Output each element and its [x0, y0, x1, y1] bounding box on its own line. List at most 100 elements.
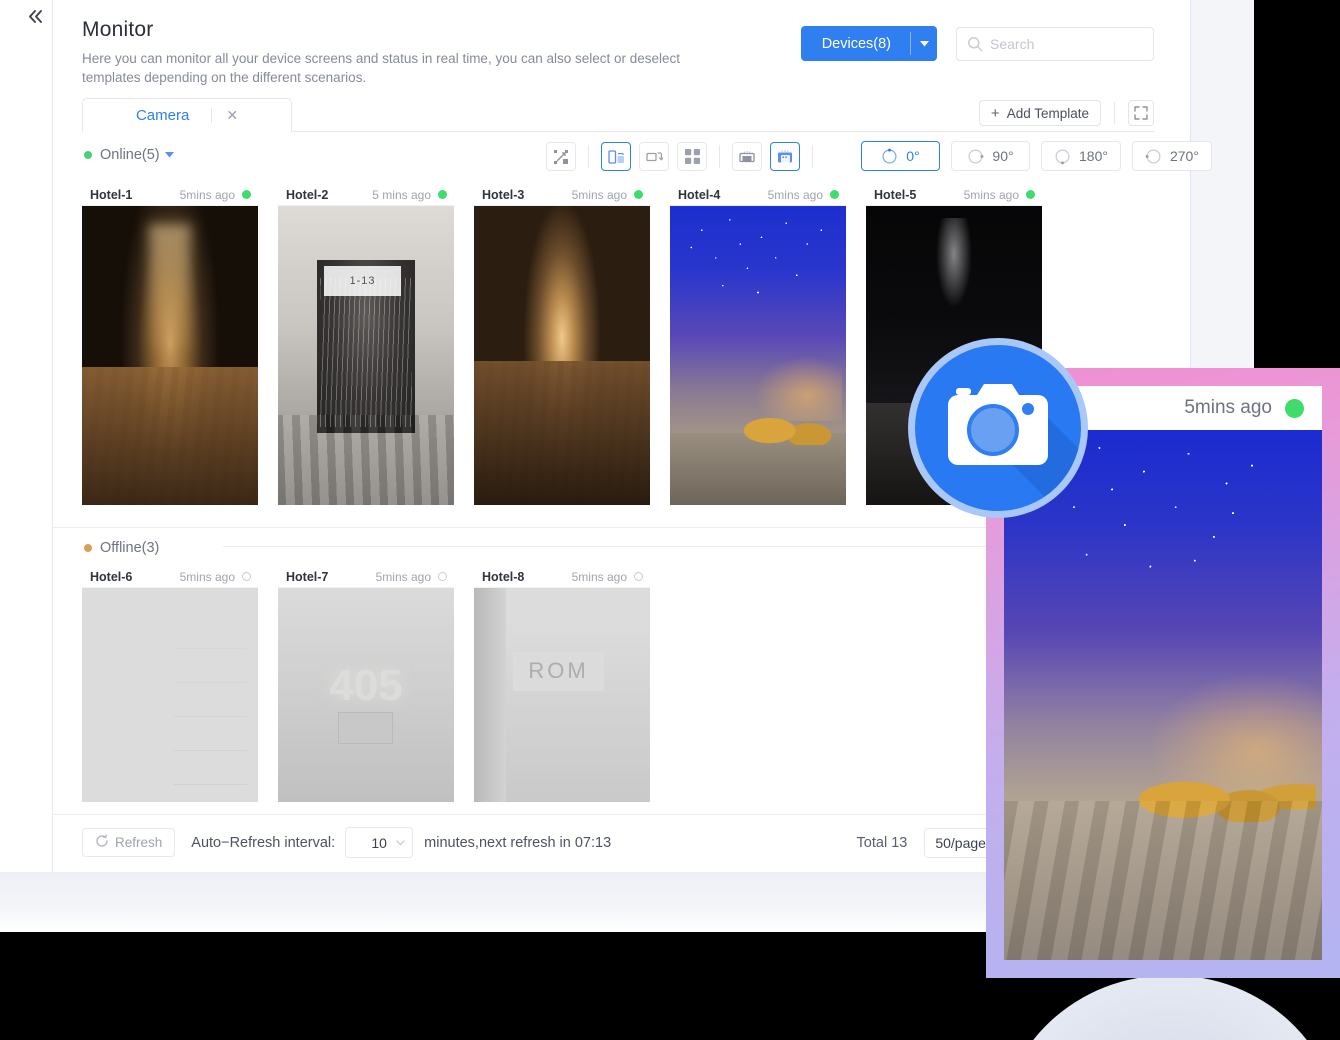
device-name: Hotel-5	[874, 188, 916, 202]
device-thumbnail[interactable]: 405	[278, 588, 454, 802]
toolbar-divider-3	[812, 145, 813, 168]
device-kiosk-icon[interactable]	[732, 142, 762, 171]
device-name: Hotel-6	[90, 570, 132, 584]
layout-portrait-icon[interactable]	[601, 142, 631, 171]
rotation-0-button[interactable]: 0°	[861, 141, 940, 171]
device-status-dot	[438, 190, 447, 199]
scene-sign-text: 1-13	[324, 266, 401, 296]
device-status-dot	[438, 572, 447, 581]
device-thumbnail[interactable]: 1-13	[278, 206, 454, 505]
devices-button-label: Devices(8)	[801, 26, 910, 61]
add-template-button[interactable]: + Add Template	[979, 100, 1101, 126]
device-card[interactable]: Hotel-2 5 mins ago 1-13	[278, 184, 454, 505]
fullscreen-icon[interactable]	[1128, 100, 1154, 126]
device-name: Hotel-3	[482, 188, 524, 202]
decorative-dome	[1000, 975, 1340, 1040]
device-screen-icon[interactable]	[770, 142, 800, 171]
device-time: 5mins ago	[964, 188, 1019, 202]
add-template-label: Add Template	[1007, 106, 1089, 121]
device-thumbnail[interactable]	[670, 206, 846, 505]
camera-icon	[908, 338, 1088, 518]
rotation-180-button[interactable]: 180°	[1041, 141, 1121, 171]
tab-strip-actions: + Add Template	[979, 100, 1154, 126]
tab-camera[interactable]: Camera ✕	[82, 98, 292, 132]
page-header: Monitor Here you can monitor all your de…	[53, 0, 1190, 96]
device-thumbnail[interactable]	[82, 206, 258, 505]
page-size-label: 50/page	[935, 835, 986, 851]
device-card[interactable]: Hotel-1 5mins ago	[82, 184, 258, 505]
device-status-dot	[1026, 190, 1035, 199]
device-name: Hotel-7	[286, 570, 328, 584]
page-description: Here you can monitor all your device scr…	[82, 49, 722, 87]
tab-camera-label: Camera	[136, 107, 189, 124]
device-status-dot	[634, 190, 643, 199]
device-time: 5mins ago	[180, 188, 235, 202]
resize-icon[interactable]	[546, 142, 576, 171]
device-card[interactable]: Hotel-4 5mins ago	[670, 184, 846, 505]
device-card[interactable]: Hotel-3 5mins ago	[474, 184, 650, 505]
device-card-header: Hotel-1 5mins ago	[82, 184, 258, 206]
device-card-header: Hotel-8 5mins ago	[474, 566, 650, 588]
tab-divider	[211, 108, 212, 123]
caret-down-icon[interactable]	[165, 150, 174, 160]
device-card-header: Hotel-7 5mins ago	[278, 566, 454, 588]
device-time: 5mins ago	[376, 570, 431, 584]
double-chevron-left-icon[interactable]	[22, 3, 48, 29]
device-thumbnail[interactable]: ROM	[474, 588, 650, 802]
caret-down-icon[interactable]	[911, 26, 937, 61]
sidebar-rail	[0, 0, 53, 872]
plus-icon: +	[991, 105, 1000, 122]
online-status-dot	[84, 151, 92, 159]
devices-button[interactable]: Devices(8)	[801, 26, 937, 61]
device-card[interactable]: Hotel-6 5mins ago	[82, 566, 258, 802]
view-toolbar: Online(5)	[53, 136, 1190, 182]
rotation-90-button[interactable]: 90°	[951, 141, 1030, 171]
device-name: Hotel-4	[678, 188, 720, 202]
tab-strip: Camera ✕ + Add Template	[53, 98, 1190, 132]
device-card-header: Hotel-6 5mins ago	[82, 566, 258, 588]
layout-landscape-icon[interactable]	[639, 142, 669, 171]
device-status-dot	[634, 572, 643, 581]
rotation-270-label: 270°	[1170, 148, 1199, 164]
device-card[interactable]: Hotel-7 5mins ago 405	[278, 566, 454, 802]
online-section-toggle[interactable]: Online(5)	[84, 147, 174, 163]
rotation-180-label: 180°	[1079, 148, 1108, 164]
interval-select[interactable]: 10	[345, 827, 413, 858]
device-card-header: Hotel-5 5mins ago	[866, 184, 1042, 206]
search-box[interactable]	[956, 27, 1154, 61]
layout-grid-icon[interactable]	[677, 142, 707, 171]
device-thumbnail[interactable]	[82, 588, 258, 802]
refresh-label: Refresh	[115, 835, 162, 850]
online-section-label: Online(5)	[100, 147, 160, 163]
rotation-buttons: 0° 90° 180°	[861, 141, 1223, 171]
device-preview-status-dot	[1285, 399, 1304, 418]
next-refresh-text: minutes,next refresh in 07:13	[424, 835, 611, 851]
header-actions: Devices(8)	[801, 26, 1154, 61]
offline-section-label: Offline(3)	[100, 540, 159, 556]
close-icon[interactable]: ✕	[226, 108, 238, 122]
scene-room-number: 405	[278, 661, 454, 711]
device-name: Hotel-1	[90, 188, 132, 202]
rotation-0-label: 0°	[906, 148, 919, 164]
refresh-icon	[95, 834, 115, 851]
search-icon	[967, 36, 983, 52]
device-status-dot	[242, 572, 251, 581]
rotation-90-label: 90°	[992, 148, 1013, 164]
device-time: 5mins ago	[180, 570, 235, 584]
device-card-header: Hotel-2 5 mins ago	[278, 184, 454, 206]
device-card-header: Hotel-4 5mins ago	[670, 184, 846, 206]
device-status-dot	[830, 190, 839, 199]
search-input[interactable]	[990, 36, 1143, 52]
device-preview-time: 5mins ago	[1184, 397, 1272, 419]
toolbar-divider-2	[719, 145, 720, 168]
rotation-270-button[interactable]: 270°	[1132, 141, 1212, 171]
caret-down-icon[interactable]	[396, 838, 405, 848]
total-label: Total 13	[857, 835, 908, 851]
refresh-button[interactable]: Refresh	[82, 828, 175, 857]
footer-left-controls: Refresh Auto−Refresh interval: 10 minute…	[82, 827, 611, 858]
device-time: 5mins ago	[572, 188, 627, 202]
offline-section-toggle[interactable]: Offline(3)	[84, 540, 159, 556]
interval-value: 10	[371, 835, 387, 851]
device-thumbnail[interactable]	[474, 206, 650, 505]
device-card[interactable]: Hotel-8 5mins ago ROM	[474, 566, 650, 802]
